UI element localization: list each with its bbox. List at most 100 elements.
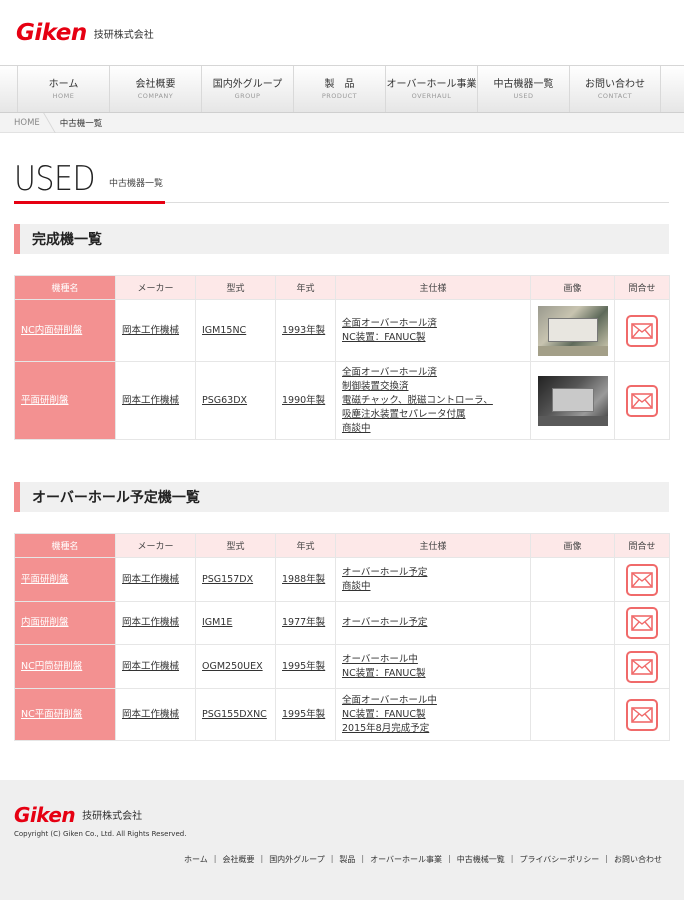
machine-name-link[interactable]: NC円筒研削盤 xyxy=(21,661,82,672)
table-row: NC平面研削盤 岡本工作機械 PSG155DXNC 1995年製 全面オーバーホ… xyxy=(14,688,670,741)
footer-link-product[interactable]: 製品 xyxy=(339,854,355,865)
machine-name-link[interactable]: NC平面研削盤 xyxy=(21,709,82,720)
model-link[interactable]: IGM1E xyxy=(202,617,232,628)
spec-cell: オーバーホール予定 商談中 xyxy=(335,557,531,602)
footer-link-contact[interactable]: お問い合わせ xyxy=(614,854,662,865)
spec-line[interactable]: オーバーホール中 xyxy=(342,653,524,667)
nav-item-group[interactable]: 国内外グループ GROUP xyxy=(201,66,293,112)
nav-sublabel: USED xyxy=(513,91,534,100)
footer-link-overhaul[interactable]: オーバーホール事業 xyxy=(370,854,442,865)
completed-machines-table: 機種名 メーカー 型式 年式 主仕様 画像 問合せ NC内面研削盤 岡本工作機械… xyxy=(14,275,670,440)
page-title: USED 中古機器一覧 xyxy=(14,160,669,204)
machine-name-link[interactable]: 平面研削盤 xyxy=(21,395,69,406)
maker-cell: 岡本工作機械 xyxy=(115,361,196,440)
model-link[interactable]: PSG63DX xyxy=(202,395,247,406)
footer-logo[interactable]: Giken 技研株式会社 xyxy=(14,805,142,825)
inquiry-cell xyxy=(614,601,670,645)
mail-icon[interactable] xyxy=(626,314,658,347)
spec-line[interactable]: NC装置：FANUC製 xyxy=(342,331,524,345)
column-header-year: 年式 xyxy=(275,275,336,300)
spec-line[interactable]: 制御装置交換済 xyxy=(342,380,524,394)
maker-cell: 岡本工作機械 xyxy=(115,688,196,741)
footer-link-home[interactable]: ホーム xyxy=(184,854,208,865)
maker-link[interactable]: 岡本工作機械 xyxy=(122,661,179,672)
spec-line[interactable]: 全面オーバーホール済 xyxy=(342,317,524,331)
image-cell xyxy=(530,688,615,741)
maker-cell: 岡本工作機械 xyxy=(115,557,196,602)
maker-link[interactable]: 岡本工作機械 xyxy=(122,574,179,585)
maker-link[interactable]: 岡本工作機械 xyxy=(122,709,179,720)
year-link[interactable]: 1988年製 xyxy=(282,574,325,585)
year-link[interactable]: 1993年製 xyxy=(282,325,325,336)
footer-separator: | xyxy=(213,854,217,863)
nav-item-home[interactable]: ホーム HOME xyxy=(17,66,109,112)
spec-line[interactable]: 吸塵注水装置セパレータ付属 xyxy=(342,408,524,422)
nav-item-overhaul[interactable]: オーバーホール事業 OVERHAUL xyxy=(385,66,477,112)
footer-link-privacy[interactable]: プライバシーポリシー xyxy=(519,854,599,865)
spec-line[interactable]: 全面オーバーホール中 xyxy=(342,694,524,708)
spec-cell: 全面オーバーホール中 NC装置：FANUC製 2015年8月完成予定 xyxy=(335,688,531,741)
breadcrumb-home-link[interactable]: HOME xyxy=(14,118,40,128)
footer-separator: | xyxy=(510,854,514,863)
mail-icon[interactable] xyxy=(626,563,658,596)
model-cell: IGM15NC xyxy=(195,299,276,362)
nav-sublabel: HOME xyxy=(52,91,75,100)
footer-separator: | xyxy=(361,854,365,863)
spec-line[interactable]: 商談中 xyxy=(342,580,524,594)
footer-separator: | xyxy=(448,854,451,863)
year-cell: 1995年製 xyxy=(275,688,336,741)
machine-photo[interactable] xyxy=(537,305,608,356)
footer-separator: | xyxy=(605,854,608,863)
year-link[interactable]: 1995年製 xyxy=(282,709,325,720)
mail-icon[interactable] xyxy=(626,650,658,683)
spec-line[interactable]: NC装置：FANUC製 xyxy=(342,708,524,722)
nav-item-product[interactable]: 製 品 PRODUCT xyxy=(293,66,385,112)
nav-item-company[interactable]: 会社概要 COMPANY xyxy=(109,66,201,112)
spec-line[interactable]: 電磁チャック、脱磁コントローラ、 xyxy=(342,394,524,408)
year-link[interactable]: 1990年製 xyxy=(282,395,325,406)
machine-name-link[interactable]: NC内面研削盤 xyxy=(21,325,82,336)
footer-link-used[interactable]: 中古機械一覧 xyxy=(457,854,505,865)
maker-link[interactable]: 岡本工作機械 xyxy=(122,395,179,406)
spec-line[interactable]: 全面オーバーホール済 xyxy=(342,366,524,380)
mail-icon[interactable] xyxy=(626,698,658,731)
model-link[interactable]: IGM15NC xyxy=(202,325,246,336)
footer-link-company[interactable]: 会社概要 xyxy=(222,854,254,865)
nav-sublabel: OVERHAUL xyxy=(411,91,452,100)
nav-item-used[interactable]: 中古機器一覧 USED xyxy=(477,66,569,112)
maker-link[interactable]: 岡本工作機械 xyxy=(122,325,179,336)
table-row: 平面研削盤 岡本工作機械 PSG157DX 1988年製 オーバーホール予定 商… xyxy=(14,557,670,602)
model-link[interactable]: PSG157DX xyxy=(202,574,253,585)
year-link[interactable]: 1995年製 xyxy=(282,661,325,672)
image-cell xyxy=(530,557,615,602)
column-header-model: 型式 xyxy=(195,275,276,300)
breadcrumb: HOME 中古機一覧 xyxy=(0,112,684,133)
maker-link[interactable]: 岡本工作機械 xyxy=(122,617,179,628)
mail-icon[interactable] xyxy=(626,607,658,639)
nav-item-contact[interactable]: お問い合わせ CONTACT xyxy=(569,66,661,112)
column-header-name: 機種名 xyxy=(14,533,116,558)
mail-icon[interactable] xyxy=(626,384,658,417)
machine-name-link[interactable]: 平面研削盤 xyxy=(21,574,69,585)
spec-cell: オーバーホール予定 xyxy=(335,601,531,645)
image-cell xyxy=(530,644,615,689)
table-header-row: 機種名 メーカー 型式 年式 主仕様 画像 問合せ xyxy=(14,275,670,300)
model-link[interactable]: PSG155DXNC xyxy=(202,709,267,720)
footer-link-group[interactable]: 国内外グループ xyxy=(269,854,325,865)
machine-name-link[interactable]: 内面研削盤 xyxy=(21,617,69,628)
site-logo[interactable]: Giken 技研株式会社 xyxy=(16,22,154,45)
name-cell: 平面研削盤 xyxy=(14,557,116,602)
name-cell: NC平面研削盤 xyxy=(14,688,116,741)
spec-line[interactable]: オーバーホール予定 xyxy=(342,616,524,630)
spec-line[interactable]: 商談中 xyxy=(342,422,524,436)
spec-line[interactable]: 2015年8月完成予定 xyxy=(342,722,524,736)
model-link[interactable]: OGM250UEX xyxy=(202,661,263,672)
table-row: NC円筒研削盤 岡本工作機械 OGM250UEX 1995年製 オーバーホール中… xyxy=(14,644,670,689)
spec-line[interactable]: NC装置：FANUC製 xyxy=(342,667,524,681)
year-link[interactable]: 1977年製 xyxy=(282,617,325,628)
machine-photo[interactable] xyxy=(537,375,608,426)
image-cell xyxy=(530,361,615,440)
column-header-model: 型式 xyxy=(195,533,276,558)
spec-line[interactable]: オーバーホール予定 xyxy=(342,566,524,580)
nav-label: 中古機器一覧 xyxy=(493,78,554,90)
